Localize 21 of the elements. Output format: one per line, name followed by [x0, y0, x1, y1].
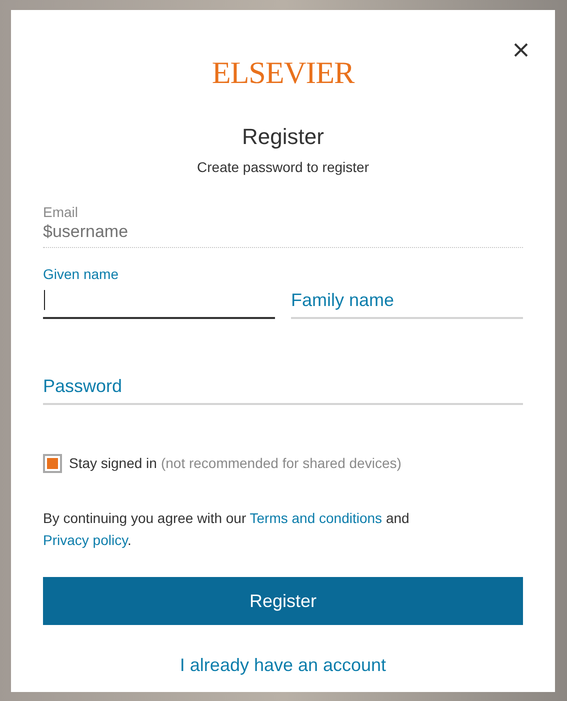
close-icon: [514, 43, 528, 57]
consent-text: By continuing you agree with our Terms and conditions and Privacy policy.: [43, 509, 410, 550]
field-label: Given name: [43, 265, 120, 283]
field-label: Password: [43, 375, 122, 398]
terms-link[interactable]: Terms and conditions: [250, 510, 382, 526]
logo: ELSEVIER: [212, 56, 354, 90]
field-label: Email: [43, 203, 80, 221]
dialog-title: Register: [242, 123, 324, 151]
checkbox-label: Stay signed in: [69, 454, 157, 473]
field-label: Family name: [291, 289, 394, 312]
subtitle: Create password to register: [197, 158, 369, 176]
field-value: $username: [43, 221, 130, 243]
text-cursor-icon: [44, 290, 45, 310]
checkbox[interactable]: [43, 454, 62, 473]
sign-in-link[interactable]: I already have an account: [180, 653, 386, 677]
privacy-link[interactable]: Privacy policy: [43, 532, 128, 548]
register-button[interactable]: Register: [43, 577, 523, 625]
checkbox-note: (not recommended for shared devices): [160, 454, 402, 473]
password-field[interactable]: Password: [43, 371, 523, 405]
input-field[interactable]: Family name: [291, 285, 523, 319]
email-field[interactable]: Email $username: [43, 203, 523, 248]
